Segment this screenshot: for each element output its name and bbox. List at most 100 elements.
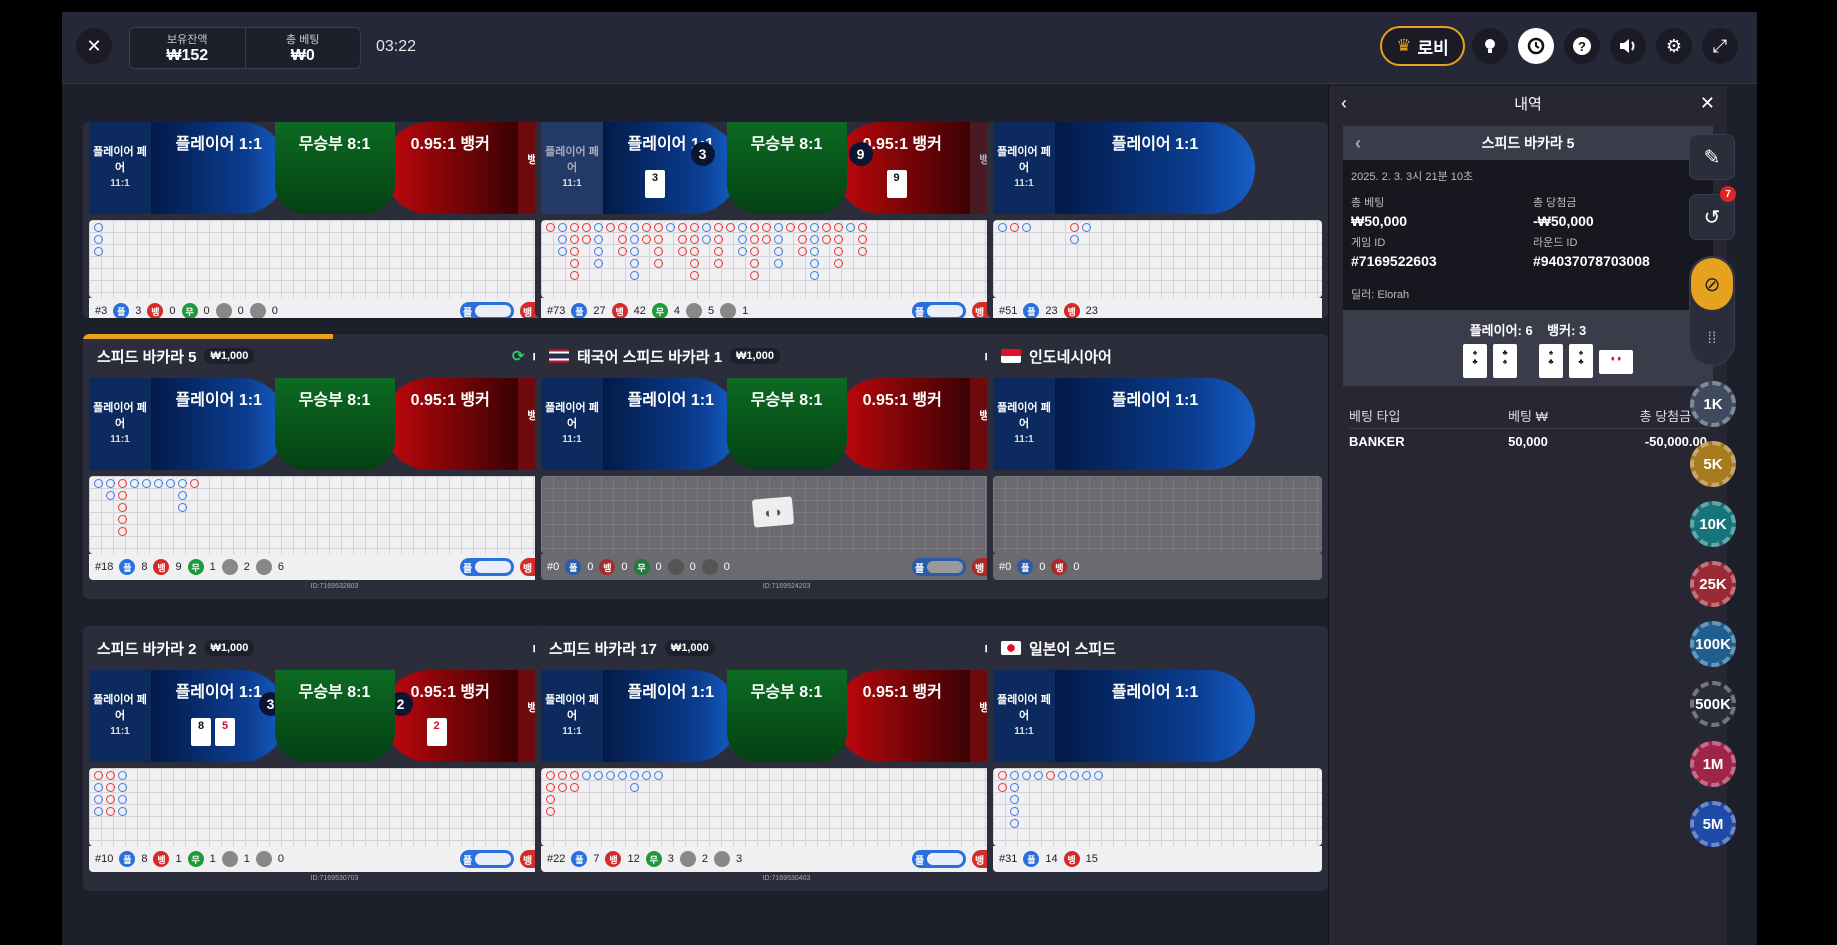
pair-ratio: 11:1 (562, 434, 582, 445)
tie-bet[interactable]: 무승부 8:1 (274, 670, 395, 762)
banker-bet[interactable]: 0.95:1 뱅커 (382, 378, 518, 470)
previous-chevron-icon[interactable]: ‹ (1355, 133, 1361, 154)
tie-count: 0 (203, 305, 210, 317)
player-pair-bet[interactable]: 플레이어 페어 11:1 (993, 378, 1055, 470)
chip-5m[interactable]: 5M (1690, 801, 1736, 847)
lobby-button[interactable]: ♛ 로비 (1380, 26, 1465, 66)
tie-bet[interactable]: 무승부 8:1 (274, 122, 395, 214)
player-predict-pill[interactable]: 플 (460, 302, 514, 318)
pair-ratio: 11:1 (1014, 434, 1034, 445)
round-number: #0 (547, 561, 560, 573)
player-predict-pill[interactable]: 플 (912, 558, 966, 576)
player-pair-bet[interactable]: 플레이어 페어 11:1 (993, 122, 1055, 214)
table-card-1[interactable]: 플레이어 페어 11:1 플레이어 1:1 무승부 8:1 0.95:1 뱅커 뱅… (83, 122, 586, 318)
tie-bet[interactable]: 무승부 8:1 (274, 378, 395, 470)
roadmap-dot (714, 223, 723, 232)
player-pair-label: 플레이어 페어 (997, 402, 1051, 430)
roadmap-dot (154, 479, 163, 488)
roadmap-grid: ◐◑ (541, 476, 1032, 554)
edit-layout-icon[interactable]: ✎ (1689, 134, 1735, 180)
roadmap-dot (1010, 819, 1019, 828)
roadmap-dot (654, 235, 663, 244)
roadmap-dot (106, 807, 115, 816)
help-icon[interactable]: ? (1564, 28, 1600, 64)
player-pair-bet[interactable]: 플레이어 페어 11:1 (541, 670, 603, 762)
player-pair-bet[interactable]: 플레이어 페어 11:1 (89, 378, 151, 470)
tie-bet[interactable]: 무승부 8:1 (726, 378, 847, 470)
table-card-thai-speed-baccarat-1[interactable]: 태국어 스피드 바카라 1 ₩1,000 ■◂ ⋮ 플레이어 페어 11:1 플레… (535, 334, 1038, 599)
player-card: 3 (645, 170, 665, 198)
chip-1m[interactable]: 1M (1690, 741, 1736, 787)
tie-bet[interactable]: 무승부 8:1 (726, 122, 847, 214)
col-total-win: 총 당첨금 ₩ (1639, 408, 1707, 424)
roadmap-dot (618, 247, 627, 256)
player-bet[interactable]: 플레이어 1:1 3 8 5 (151, 670, 287, 762)
player-bet[interactable]: 플레이어 1:1 (1055, 122, 1255, 214)
roadmap-dot (822, 223, 831, 232)
table-card-2[interactable]: 플레이어 페어 11:1 플레이어 1:1 3 3 무승부 8:1 0.95:1 … (535, 122, 1038, 318)
player-predict-pill[interactable]: 플 (912, 302, 966, 318)
total-win-value: -₩50,000 (1533, 213, 1594, 229)
roadmap-dot (810, 271, 819, 280)
roadmap-dot (630, 223, 639, 232)
player-pair-bet[interactable]: 플레이어 페어 11:1 (541, 378, 603, 470)
chip-25k[interactable]: 25K (1690, 561, 1736, 607)
grid-view-icon[interactable]: ⁞⁞ (1691, 315, 1733, 363)
refresh-icon[interactable]: ⟳ (512, 347, 525, 365)
player-predict-pill[interactable]: 플 (912, 850, 966, 868)
round-number: #73 (547, 305, 566, 317)
result-cards: 플레이어: 6 뱅커: 3 ♠ ♣ ♣ ♠ ♠ ♣ ♠ ♣ ♦ ♦ (1343, 310, 1713, 386)
bet-datetime: 2025. 2. 3. 3시 21분 10초 (1351, 171, 1474, 183)
banker-bet[interactable]: 0.95:1 뱅커 2 2 (382, 670, 518, 762)
tie-bet[interactable]: 무승부 8:1 (726, 670, 847, 762)
round-number: #22 (547, 853, 566, 865)
chip-100k[interactable]: 100K (1690, 621, 1736, 667)
banker-score: 9 (848, 142, 873, 166)
chip-500k[interactable]: 500K (1690, 681, 1736, 727)
chips-view-icon[interactable]: ⊘ (1691, 258, 1733, 310)
player-pair-bet[interactable]: 플레이어 페어 11:1 (541, 122, 603, 214)
close-icon[interactable]: ✕ (76, 28, 112, 64)
roadmap-dot (654, 223, 663, 232)
chip-5k[interactable]: 5K (1690, 441, 1736, 487)
player-bet[interactable]: 플레이어 1:1 (603, 378, 739, 470)
player-predict-pill[interactable]: 플 (460, 558, 514, 576)
table-id: ID:7169532803 (310, 583, 359, 590)
table-title: 태국어 스피드 바카라 1 (577, 348, 723, 366)
player-pair-bet[interactable]: 플레이어 페어 11:1 (993, 670, 1055, 762)
banker-bet[interactable]: 0.95:1 뱅커 (382, 122, 518, 214)
player-pair-bet[interactable]: 플레이어 페어 11:1 (89, 670, 151, 762)
bet-row: 플레이어 페어11:1 플레이어 1:1 무승부 8:1 0.95:1 뱅커 뱅… (541, 378, 1032, 470)
table-card-indonesian[interactable]: 인도네시아어 플레이어 페어 11:1 플레이어 1:1 #0 플0 뱅0 (987, 334, 1328, 599)
back-chevron-icon[interactable]: ‹ (1341, 93, 1347, 114)
close-icon[interactable]: ✕ (1700, 93, 1715, 114)
player-bet[interactable]: 플레이어 1:1 (1055, 378, 1255, 470)
player-bet[interactable]: 플레이어 1:1 3 3 (603, 122, 739, 214)
volume-icon[interactable] (1610, 28, 1646, 64)
lightbulb-icon[interactable] (1472, 28, 1508, 64)
player-bet[interactable]: 플레이어 1:1 (603, 670, 739, 762)
roadmap-dot (834, 259, 843, 268)
player-pair-bet[interactable]: 플레이어 페어 11:1 (89, 122, 151, 214)
table-card-speed-baccarat-17[interactable]: 스피드 바카라 17 ₩1,000 ■◂ ⋮ 플레이어 페어 11:1 플레이어 … (535, 626, 1038, 891)
player-bet[interactable]: 플레이어 1:1 (151, 122, 287, 214)
player-bet[interactable]: 플레이어 1:1 (1055, 670, 1255, 762)
player-bet[interactable]: 플레이어 1:1 (151, 378, 287, 470)
roadmap-dot (738, 223, 747, 232)
history-icon[interactable] (1518, 28, 1554, 64)
banker-bet[interactable]: 0.95:1 뱅커 9 9 (834, 122, 970, 214)
player-card-2: ♣ ♠ (1493, 344, 1517, 378)
table-card-speed-baccarat-5[interactable]: 스피드 바카라 5 ₩1,000 ⟳ ■◂ ⋮ 플레이어 페어 11:1 플레이어… (83, 334, 586, 599)
chip-10k[interactable]: 10K (1690, 501, 1736, 547)
table-card-japanese[interactable]: 일본어 스피드 플레이어 페어 11:1 플레이어 1:1 #31 플 14 뱅 15 (987, 626, 1328, 891)
table-card-speed-baccarat-2[interactable]: 스피드 바카라 2 ₩1,000 ■◂ ⋮ 플레이어 페어 11:1 플레이어 1… (83, 626, 586, 891)
player-predict-pill[interactable]: 플 (460, 850, 514, 868)
banker-bet[interactable]: 0.95:1 뱅커 (834, 670, 970, 762)
chip-1k[interactable]: 1K (1690, 381, 1736, 427)
banker-bet[interactable]: 0.95:1 뱅커 (834, 378, 970, 470)
history-header: ‹ 내역 ✕ (1329, 86, 1727, 120)
table-card-3[interactable]: 플레이어 페어 11:1 플레이어 1:1 #51 플 23 뱅 23 (987, 122, 1328, 318)
settings-gear-icon[interactable]: ⚙ (1656, 28, 1692, 64)
player-count-icon: 플 (1023, 851, 1040, 867)
fullscreen-icon[interactable]: ⤢ (1702, 28, 1738, 64)
